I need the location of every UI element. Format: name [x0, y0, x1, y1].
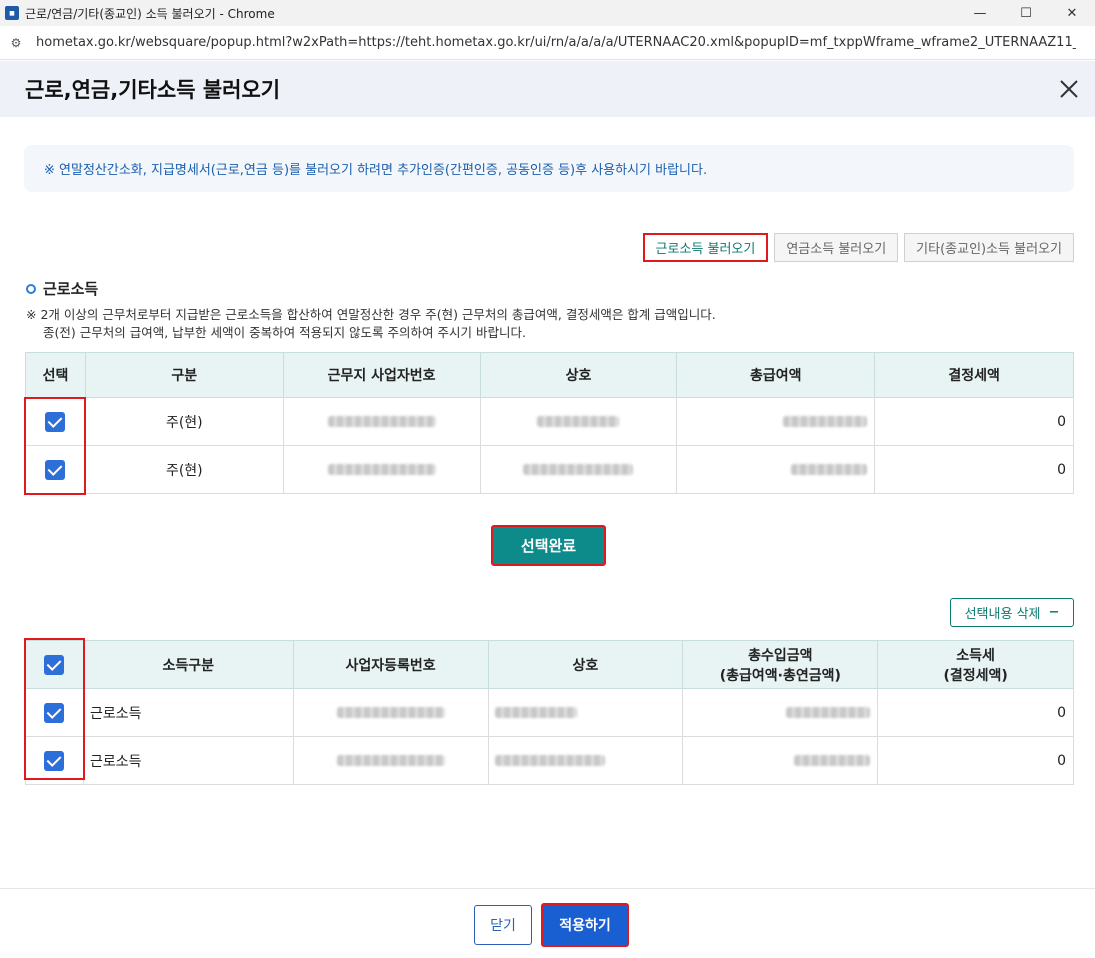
row-type: 주(현): [84, 445, 284, 494]
row-tax: 0: [874, 445, 1074, 494]
col-total-income: 총수입금액 (총급여액·총연금액): [682, 640, 879, 689]
redacted-company: [494, 707, 577, 718]
window-title: 근로/연금/기타(종교인) 소득 불러오기 - Chrome: [25, 6, 275, 21]
col-decided-tax: 결정세액: [874, 352, 1074, 398]
row-checkbox[interactable]: [44, 702, 65, 723]
table-row: 근로소득 0: [25, 688, 1074, 737]
url-text[interactable]: hometax.go.kr/websquare/popup.html?w2xPa…: [36, 35, 1076, 50]
earned-income-table: 선택 구분 근무지 사업자번호 상호 총급여액 결정세액 주(현) 0 주(현)…: [25, 352, 1074, 494]
redacted-biz-no: [327, 416, 436, 427]
page-title: 근로,연금,기타소득 불러오기: [25, 78, 281, 102]
row-checkbox[interactable]: [44, 750, 65, 771]
close-button[interactable]: 닫기: [474, 905, 532, 945]
description-line-2: 종(전) 근무처의 급여액, 납부한 세액이 중복하여 적용되지 않도록 주의하…: [43, 325, 526, 340]
maximize-icon[interactable]: ☐: [1003, 0, 1049, 26]
table-row: 주(현) 0: [25, 445, 1074, 494]
redacted-reg-no: [336, 755, 445, 766]
redacted-company: [537, 416, 620, 427]
tab-earned-income[interactable]: 근로소득 불러오기: [642, 233, 769, 262]
row-category: 근로소득: [82, 688, 294, 737]
redacted-company: [494, 755, 605, 766]
redacted-total-income: [786, 707, 871, 718]
window-close-icon[interactable]: ✕: [1049, 0, 1095, 26]
col-income-category: 소득구분: [82, 640, 294, 689]
tab-pension-income[interactable]: 연금소득 불러오기: [774, 233, 899, 262]
col-reg-no: 사업자등록번호: [292, 640, 489, 689]
redacted-total-income: [794, 755, 871, 766]
tab-other-income[interactable]: 기타(종교인)소득 불러오기: [904, 233, 1074, 262]
row-tax: 0: [874, 397, 1074, 446]
table-row: 주(현) 0: [25, 397, 1074, 446]
income-tabs: 근로소득 불러오기 연금소득 불러오기 기타(종교인)소득 불러오기: [642, 233, 1074, 262]
col-income-tax: 소득세 (결정세액): [877, 640, 1074, 689]
description: ※ 2개 이상의 근무처로부터 지급받은 근로소득을 합산하여 연말정산한 경우…: [26, 306, 716, 342]
minimize-icon[interactable]: —: [957, 0, 1003, 26]
redacted-company: [523, 464, 634, 475]
col-select: 선택: [25, 352, 86, 398]
address-bar[interactable]: ⚙ hometax.go.kr/websquare/popup.html?w2x…: [0, 26, 1095, 60]
redacted-total-pay: [791, 464, 868, 475]
select-done-button[interactable]: 선택완료: [491, 525, 606, 566]
footer-divider: [0, 888, 1095, 889]
selected-income-table: 소득구분 사업자등록번호 상호 총수입금액 (총급여액·총연금액) 소득세 (결…: [25, 640, 1074, 785]
delete-selection-label: 선택내용 삭제: [964, 607, 1041, 622]
window-titlebar: ■ 근로/연금/기타(종교인) 소득 불러오기 - Chrome — ☐ ✕: [0, 0, 1095, 26]
col-company: 상호: [479, 352, 678, 398]
close-icon[interactable]: [1057, 77, 1081, 101]
section-title-text: 근로소득: [43, 280, 99, 298]
col-biz-no: 근무지 사업자번호: [282, 352, 481, 398]
select-all-checkbox[interactable]: [44, 654, 65, 675]
apply-button[interactable]: 적용하기: [541, 903, 629, 947]
col-type: 구분: [84, 352, 284, 398]
minus-icon: −: [1048, 605, 1060, 620]
redacted-reg-no: [336, 707, 445, 718]
row-checkbox[interactable]: [45, 411, 66, 432]
hometax-app-icon: ■: [5, 6, 19, 20]
row-category: 근로소득: [82, 736, 294, 785]
description-line-1: ※ 2개 이상의 근무처로부터 지급받은 근로소득을 합산하여 연말정산한 경우…: [26, 307, 716, 322]
auth-notice: ※ 연말정산간소화, 지급명세서(근로,연금 등)를 불러오기 하려면 추가인증…: [24, 145, 1074, 192]
col-total-pay: 총급여액: [676, 352, 876, 398]
col-company: 상호: [487, 640, 684, 689]
table-row: 근로소득 0: [25, 736, 1074, 785]
row-checkbox[interactable]: [45, 459, 66, 480]
redacted-biz-no: [327, 464, 436, 475]
bullet-ring-icon: [26, 283, 36, 294]
section-title: 근로소득: [26, 278, 98, 299]
row-tax: 0: [877, 688, 1074, 737]
redacted-total-pay: [783, 416, 868, 427]
site-settings-icon[interactable]: ⚙: [8, 35, 24, 51]
row-tax: 0: [877, 736, 1074, 785]
popup-header: 근로,연금,기타소득 불러오기: [0, 61, 1095, 117]
row-type: 주(현): [84, 397, 284, 446]
delete-selection-button[interactable]: 선택내용 삭제 −: [950, 598, 1074, 627]
